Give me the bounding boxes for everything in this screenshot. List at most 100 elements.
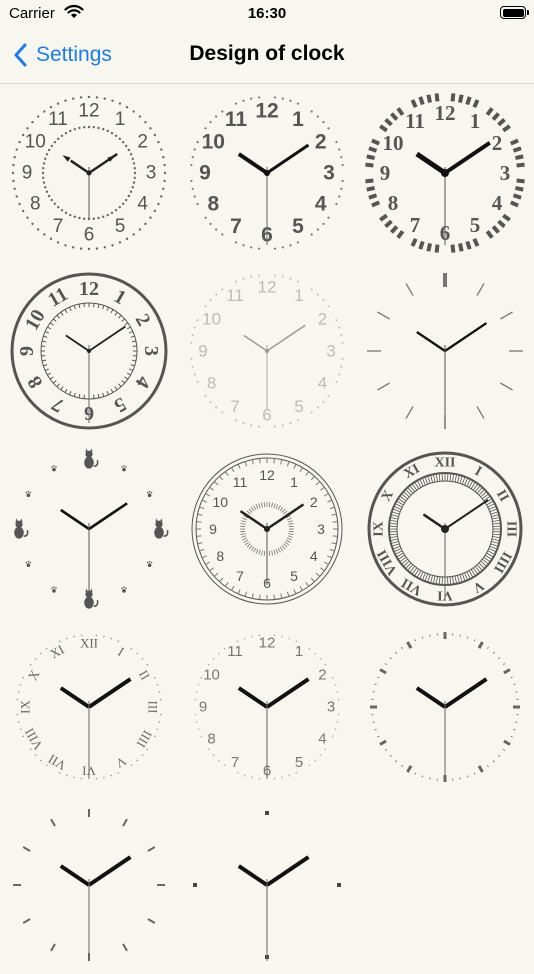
hour-numeral: XI bbox=[47, 642, 66, 662]
stencil-numeral-clock[interactable]: 121234567891011 bbox=[356, 84, 534, 262]
hour-dot bbox=[337, 883, 341, 887]
hour-numeral: 9 bbox=[199, 699, 207, 716]
battery-icon bbox=[500, 6, 526, 19]
cat-icon bbox=[14, 518, 27, 538]
hour-numeral: 2 bbox=[131, 310, 155, 330]
hour-numeral: 10 bbox=[202, 310, 221, 329]
clock-hands bbox=[61, 857, 131, 961]
hour-numeral: 3 bbox=[323, 162, 335, 185]
paw-icon bbox=[147, 491, 153, 497]
clock-face-icon bbox=[0, 796, 178, 974]
hour-numeral: 1 bbox=[115, 109, 126, 130]
hour-numeral: 9 bbox=[198, 342, 207, 361]
navigation-bar: Settings Design of clock bbox=[0, 28, 534, 84]
hour-numeral: 1 bbox=[294, 286, 303, 305]
hour-numeral: X bbox=[379, 488, 397, 504]
hour-numeral: 10 bbox=[383, 131, 404, 155]
bold-numeral-clock[interactable]: 121234567891011 bbox=[178, 84, 356, 262]
paw-icon bbox=[51, 586, 57, 592]
hour-numeral: 1 bbox=[292, 108, 304, 131]
dash-tick-bold-clock[interactable] bbox=[0, 796, 178, 974]
paw-icon bbox=[121, 465, 127, 471]
clock-hands bbox=[61, 503, 127, 601]
paw-icon bbox=[51, 465, 57, 471]
hour-numeral: 1 bbox=[295, 643, 303, 660]
hour-numeral: 7 bbox=[230, 397, 239, 416]
hour-numeral: 5 bbox=[292, 215, 304, 238]
hour-numeral: 11 bbox=[405, 109, 425, 133]
hour-numeral: III bbox=[504, 521, 519, 537]
clock-face-icon: 121234567891011 bbox=[178, 440, 356, 618]
status-time: 16:30 bbox=[0, 5, 534, 22]
hour-numeral: 3 bbox=[317, 521, 325, 537]
hour-numeral: I bbox=[472, 464, 484, 480]
hour-numeral: 12 bbox=[78, 101, 99, 122]
hour-numeral: 4 bbox=[131, 372, 155, 392]
hour-numeral: 2 bbox=[310, 494, 318, 510]
hour-numeral: V bbox=[113, 754, 129, 772]
ringed-art-deco-clock[interactable]: 121234567891011 bbox=[0, 262, 178, 440]
paw-icon bbox=[121, 586, 127, 592]
clock-face-icon bbox=[178, 796, 356, 974]
hour-numeral: 3 bbox=[140, 346, 162, 356]
light-gray-numeral-clock[interactable]: 121234567891011 bbox=[178, 262, 356, 440]
hour-numeral: XII bbox=[434, 456, 455, 471]
paw-icon bbox=[26, 561, 32, 567]
clock-face-icon: XIIIIIIIIIIIIVVIVIIVIIIIXXXI bbox=[0, 618, 178, 796]
hour-numeral: IIII bbox=[134, 728, 156, 751]
hour-numeral: 2 bbox=[318, 667, 326, 684]
hour-numeral: 5 bbox=[470, 213, 481, 237]
clock-hands bbox=[62, 154, 117, 219]
hour-dot bbox=[193, 883, 197, 887]
hour-numeral: 4 bbox=[137, 194, 148, 215]
clock-face-icon bbox=[356, 262, 534, 440]
cat-icon bbox=[154, 518, 167, 538]
classic-thin-ring-clock[interactable]: 121234567891011 bbox=[178, 440, 356, 618]
hour-numeral: 12 bbox=[435, 101, 456, 125]
cat-clock[interactable] bbox=[0, 440, 178, 618]
clock-face-icon: 121234567891011 bbox=[356, 84, 534, 262]
clock-hands bbox=[239, 857, 309, 961]
clock-face-icon bbox=[356, 618, 534, 796]
hour-numeral: 12 bbox=[255, 100, 278, 123]
hour-numeral: 8 bbox=[23, 372, 47, 392]
dotted-circle-clock[interactable]: 121234567891011 bbox=[0, 84, 178, 262]
dash-tick-clock[interactable] bbox=[356, 618, 534, 796]
hour-dot bbox=[265, 811, 269, 815]
clock-face-icon bbox=[0, 440, 178, 618]
hour-numeral: 4 bbox=[310, 548, 318, 564]
hour-numeral: 4 bbox=[315, 193, 327, 216]
hour-numeral: 11 bbox=[226, 286, 244, 305]
hour-numeral: 12 bbox=[259, 635, 276, 652]
hour-numeral: 7 bbox=[48, 393, 68, 417]
clock-face-icon: XIIIIIIIIIIIIVVIVIIVIIIIXXXI bbox=[356, 440, 534, 618]
hour-numeral: 9 bbox=[209, 521, 217, 537]
hour-numeral: 8 bbox=[216, 548, 224, 564]
hour-numeral: 12 bbox=[259, 467, 275, 483]
gray-arabic-clock[interactable]: 121234567891011 bbox=[178, 618, 356, 796]
hour-numeral: 1 bbox=[290, 474, 298, 490]
minimal-tick-clock[interactable] bbox=[356, 262, 534, 440]
hour-numeral: 6 bbox=[84, 225, 95, 246]
hour-numeral: 7 bbox=[410, 213, 421, 237]
hour-numeral: 11 bbox=[48, 109, 68, 130]
hour-numeral: 3 bbox=[146, 163, 157, 184]
hour-numeral: 8 bbox=[207, 731, 215, 748]
hour-numeral: 9 bbox=[199, 162, 211, 185]
hour-numeral: IX bbox=[372, 521, 387, 537]
clock-face-icon: 121234567891011 bbox=[0, 84, 178, 262]
cat-icon bbox=[84, 588, 97, 608]
hour-numeral: 5 bbox=[295, 754, 303, 771]
hour-numeral: 10 bbox=[212, 494, 228, 510]
hour-numeral: IX bbox=[18, 700, 33, 714]
hour-numeral: 3 bbox=[500, 161, 511, 185]
roman-ring-clock[interactable]: XIIIIIIIIIIIIVVIVIIVIIIIXXXI bbox=[356, 440, 534, 618]
hour-numeral: XII bbox=[80, 636, 98, 651]
hour-numeral: III bbox=[146, 701, 161, 714]
hour-numeral: 7 bbox=[230, 215, 242, 238]
hour-numeral: 10 bbox=[203, 667, 220, 684]
paw-icon bbox=[147, 561, 153, 567]
rotated-roman-clock[interactable]: XIIIIIIIIIIIIVVIVIIVIIIIXXXI bbox=[0, 618, 178, 796]
hour-numeral: 8 bbox=[388, 191, 399, 215]
four-dot-clock[interactable] bbox=[178, 796, 356, 974]
